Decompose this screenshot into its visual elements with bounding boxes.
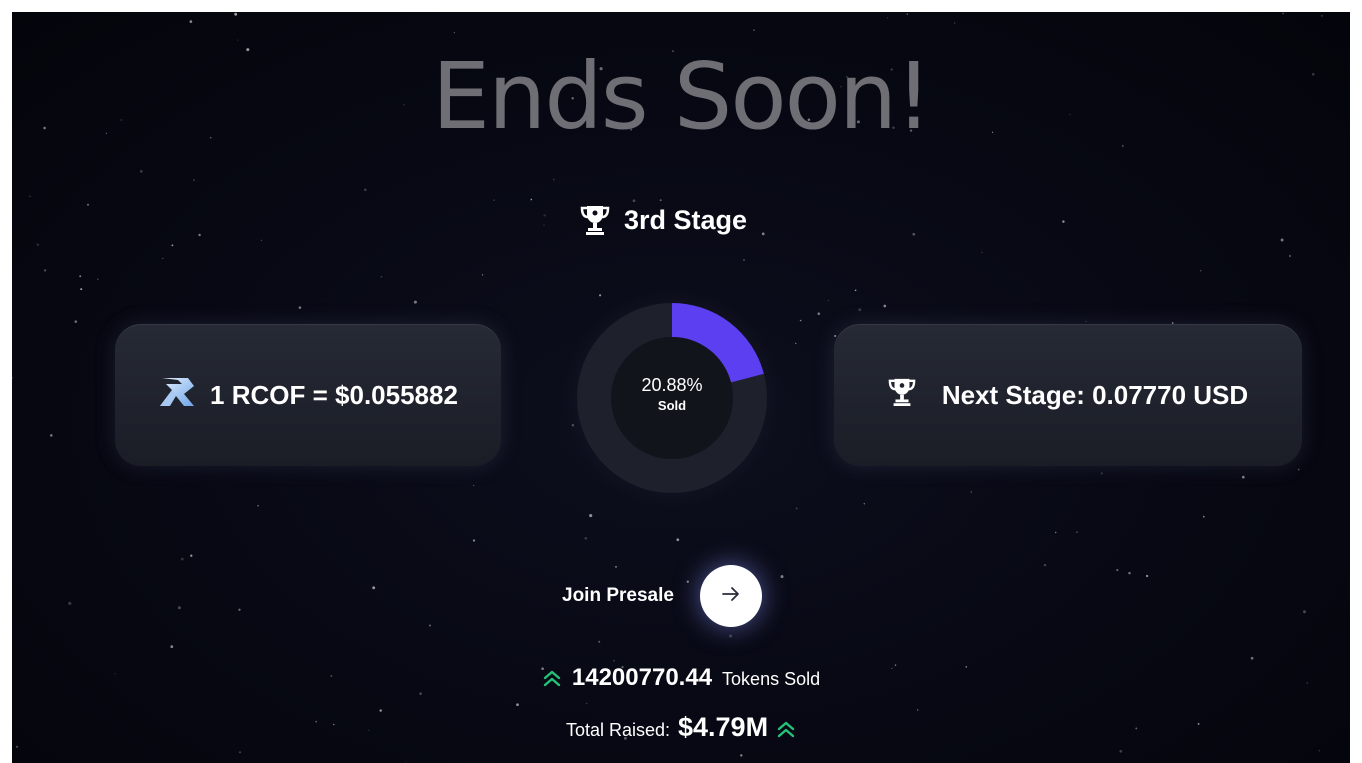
- double-chevron-up-icon: [542, 669, 562, 692]
- stage-progress-donut: 20.88% Sold: [563, 289, 781, 507]
- next-stage-text: Next Stage: 0.07770 USD: [941, 379, 1249, 410]
- progress-sold-label: Sold: [657, 398, 687, 413]
- double-chevron-up-icon: [776, 720, 796, 743]
- trophy-icon: [888, 377, 916, 414]
- next-stage-card: Next Stage: 0.07770 USD: [834, 324, 1302, 466]
- progress-percent: 20.88%: [641, 375, 703, 395]
- stage-title-text: 3rd Stage: [624, 204, 748, 235]
- headline: Ends Soon!: [431, 43, 932, 150]
- rcof-logo-icon: [158, 374, 198, 417]
- join-presale-button[interactable]: [699, 565, 762, 627]
- stage-title: 3rd Stage: [580, 204, 747, 236]
- total-raised-row: Total Raised: $4.79M: [12, 712, 1350, 743]
- trophy-icon: [580, 204, 610, 236]
- price-card: 1 RCOF = $0.055882: [115, 324, 501, 466]
- price-text: 1 RCOF = $0.055882: [210, 379, 458, 410]
- total-raised-value: $4.79M: [678, 712, 769, 742]
- tokens-sold-label: Tokens Sold: [722, 669, 821, 689]
- tokens-sold-value: 14200770.44: [571, 664, 713, 691]
- join-presale-row[interactable]: Join Presale: [562, 565, 762, 627]
- presale-widget: Ends Soon! 3rd Stage 1 RCOF = $0.055882 …: [12, 12, 1350, 763]
- tokens-sold-row: 14200770.44 Tokens Sold: [12, 664, 1350, 692]
- total-raised-label: Total Raised:: [565, 720, 670, 740]
- join-presale-label[interactable]: Join Presale: [562, 585, 674, 607]
- arrow-right-icon: [721, 586, 741, 607]
